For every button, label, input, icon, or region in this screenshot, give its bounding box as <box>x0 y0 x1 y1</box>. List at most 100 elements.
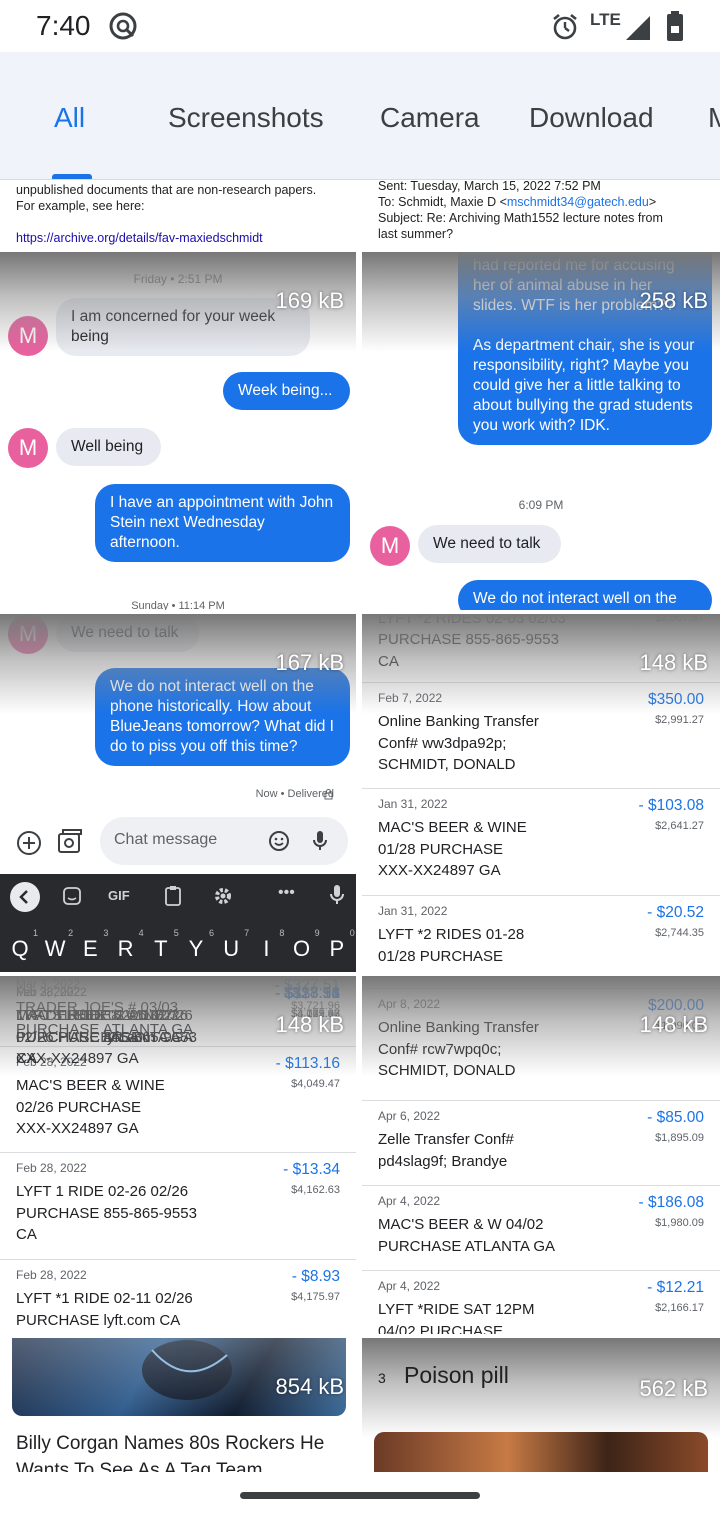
transaction-row: Feb 28, 2022 LYFT 1 RIDE 02-26 02/26 PURC… <box>0 1152 356 1259</box>
key-letter: O <box>293 936 311 961</box>
more-dots-icon[interactable]: ••• <box>278 884 295 902</box>
key-number: 3 <box>103 928 109 938</box>
transaction-amount: - $12.21 <box>647 1279 704 1296</box>
email-address: mschmidt34@gatech.edu <box>506 195 649 209</box>
transaction-amount: - $20.52 <box>647 904 704 921</box>
chat-input[interactable]: Chat message <box>100 817 348 865</box>
tab-screenshots[interactable]: Screenshots <box>168 102 324 134</box>
article-photo <box>374 1432 708 1472</box>
doc-link: https://archive.org/details/fav-maxiedsc… <box>16 231 263 245</box>
transaction-desc: MAC'S BEER & WINE 02/26 PURCHASE XXX-XX2… <box>16 1077 165 1137</box>
email-subject-1: Subject: Re: Archiving Math1552 lecture … <box>378 211 663 225</box>
thumbnail-chat-1[interactable]: Friday • 2:51 PM M I am concerned for yo… <box>0 252 356 610</box>
signal-icon <box>626 16 650 40</box>
vpn-key-icon <box>109 12 137 40</box>
key-letter: Y <box>188 936 204 961</box>
clipboard-icon[interactable] <box>164 885 182 907</box>
keyboard-key[interactable]: I8 <box>252 928 284 962</box>
back-chevron-icon[interactable] <box>10 882 40 912</box>
transaction-row: Apr 4, 2022 LYFT *RIDE SAT 12PM 04/02 PUR… <box>362 1270 720 1334</box>
thumbnail-chat-2[interactable]: had reported me for accusing her of anim… <box>362 252 720 610</box>
keyboard-key[interactable]: W2 <box>41 928 73 962</box>
status-bar: 7:40 LTE <box>0 0 720 52</box>
file-size: 854 kB <box>275 1374 345 1399</box>
file-size: 148 kB <box>275 1012 345 1037</box>
chat-message-out: Week being... <box>223 372 350 410</box>
transaction-amount: - $103.08 <box>638 797 705 814</box>
thumbnail-news[interactable]: 854 kB Billy Corgan Names 80s Rockers He… <box>0 1338 356 1472</box>
keyboard-key[interactable]: T5 <box>147 928 179 962</box>
transaction-amount: - $8.93 <box>291 1268 340 1285</box>
transaction-date: Apr 6, 2022 <box>378 1109 441 1123</box>
keyboard: GIF ••• Q1W2E3R4T5Y6U7I8O9P0 <box>0 874 356 972</box>
gif-button[interactable]: GIF <box>108 888 130 903</box>
transaction-date: Feb 28, 2022 <box>16 985 87 999</box>
transaction-amount: - $8.93 <box>291 985 340 1002</box>
thumbnail-chat-3[interactable]: M We need to talk We do not interact wel… <box>0 614 356 972</box>
tab-all[interactable]: All <box>54 102 85 134</box>
transaction-amount: - $186.08 <box>638 1194 705 1211</box>
gallery-attach-icon[interactable] <box>56 828 84 856</box>
thumbnail-article[interactable]: 3 Poison pill 562 kB <box>362 1338 720 1472</box>
thumbnail-document[interactable]: unpublished documents that are non-resea… <box>0 180 356 250</box>
settings-gear-icon[interactable] <box>213 886 233 906</box>
transaction-date: Apr 8, 2022 <box>378 997 441 1011</box>
transaction-row: Apr 6, 2022 Zelle Transfer Conf# pd4slag9… <box>362 1100 720 1185</box>
sticker-icon[interactable] <box>62 886 82 906</box>
transaction-desc: LYFT 1 RIDE 02-26 02/26 PURCHASE 855-865… <box>16 1183 197 1243</box>
transaction-desc: LYFT *2 RIDES 01-28 01/28 PURCHASE <box>378 926 525 965</box>
file-size: 148 kB <box>639 1012 709 1037</box>
keyboard-key[interactable]: Y6 <box>182 928 214 962</box>
file-size: 169 kB <box>275 288 345 313</box>
transaction-balance: $2,641.27 <box>655 820 704 832</box>
lock-icon <box>324 789 333 800</box>
chat-placeholder: Chat message <box>114 831 218 848</box>
transaction-desc: LYFT *RIDE SAT 12PM 04/02 PURCHASE <box>378 1301 535 1334</box>
transaction-desc: Online Banking Transfer Conf# ww3dpa92p;… <box>378 713 539 773</box>
transaction-row: Feb 7, 2022 Online Banking Transfer Conf#… <box>362 682 720 788</box>
transaction-row: Apr 4, 2022 MAC'S BEER & W 04/02 PURCHASE… <box>362 1185 720 1270</box>
keyboard-key[interactable]: E3 <box>76 928 108 962</box>
tab-more[interactable]: M <box>708 102 720 134</box>
delivery-status: Now • Delivered <box>255 788 334 800</box>
transaction-amount: $350.00 <box>647 691 704 708</box>
article-number: 3 <box>378 1370 386 1386</box>
thumbnail-bank-3[interactable]: Apr 8, 2022 Online Banking Transfer Conf#… <box>362 976 720 1334</box>
transaction-desc: LYFT *1 RIDE 02-11 02/26 PURCHASE lyft.c… <box>16 1007 193 1046</box>
keyboard-key[interactable]: U7 <box>217 928 249 962</box>
thumbnail-email[interactable]: Sent: Tuesday, March 15, 2022 7:52 PM To… <box>362 180 720 250</box>
gesture-nav-bar[interactable] <box>240 1492 480 1499</box>
transaction-amount: - $85.00 <box>647 1109 704 1126</box>
emoji-icon[interactable] <box>268 830 290 852</box>
transaction-balance: $2,166.17 <box>655 1302 704 1314</box>
doc-line-1: unpublished documents that are non-resea… <box>16 183 317 197</box>
keyboard-mic-icon[interactable] <box>330 884 344 906</box>
thumbnail-bank-2[interactable]: Mar 3, 2022 TRADER JOE'S # 03/03 PURCHASE… <box>0 976 356 1334</box>
keyboard-key[interactable]: R4 <box>112 928 144 962</box>
transaction-row: Jan 31, 2022 LYFT *2 RIDES 01-28 01/28 PU… <box>362 895 720 972</box>
network-type: LTE <box>590 10 621 29</box>
chat-message-in: Well being <box>56 428 161 466</box>
tab-camera[interactable]: Camera <box>380 102 480 134</box>
chat-message-in: We need to talk <box>56 614 199 652</box>
mic-icon[interactable] <box>312 829 328 853</box>
transaction-balance: $4,049.47 <box>291 1078 340 1090</box>
key-letter: R <box>117 936 134 961</box>
transaction-date: Feb 28, 2022 <box>16 1268 87 1282</box>
add-icon[interactable] <box>16 830 42 856</box>
email-subject-2: last summer? <box>378 227 454 241</box>
transaction-row: Feb 28, 2022 LYFT *1 RIDE 02-11 02/26 PUR… <box>0 976 356 1046</box>
keyboard-key[interactable]: P0 <box>323 928 354 962</box>
thumbnail-bank-1[interactable]: LYFT *2 RIDES 02-03 02/03 PURCHASE 855-8… <box>362 614 720 972</box>
transaction-balance: $2,991.27 <box>655 714 704 726</box>
file-size: 258 kB <box>639 288 709 313</box>
chat-timestamp: Friday • 2:51 PM <box>133 272 223 286</box>
key-number: 2 <box>68 928 74 938</box>
transaction-desc: LYFT *2 RIDES 02-03 02/03 <box>378 614 566 627</box>
keyboard-key[interactable]: O9 <box>288 928 320 962</box>
transaction-date: Apr 4, 2022 <box>378 1279 441 1293</box>
key-number: 9 <box>314 928 320 938</box>
tab-download[interactable]: Download <box>529 102 654 134</box>
transaction-desc: Online Banking Transfer Conf# rcw7wpq0c;… <box>378 1019 539 1079</box>
keyboard-key[interactable]: Q1 <box>6 928 38 962</box>
